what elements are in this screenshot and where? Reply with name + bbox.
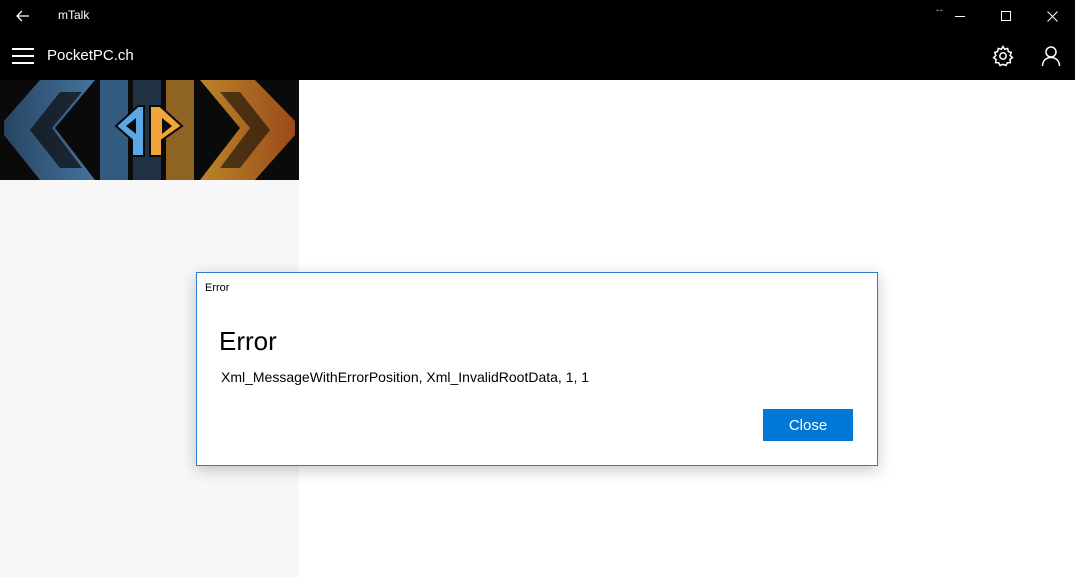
minimize-icon bbox=[954, 15, 965, 17]
close-button[interactable]: Close bbox=[763, 409, 853, 441]
pocketpc-banner bbox=[0, 80, 299, 180]
pocketpc-logo bbox=[4, 80, 295, 180]
app-title: mTalk bbox=[58, 8, 90, 22]
hamburger-menu-icon[interactable] bbox=[12, 46, 34, 66]
maximize-button[interactable] bbox=[983, 0, 1029, 32]
site-title: PocketPC.ch bbox=[47, 47, 134, 64]
dialog-caption: Error bbox=[205, 282, 230, 294]
error-dialog: Error Error Xml_MessageWithErrorPosition… bbox=[196, 272, 878, 466]
gear-icon[interactable] bbox=[991, 44, 1015, 68]
dialog-heading: Error bbox=[219, 326, 277, 356]
close-icon bbox=[1046, 10, 1058, 22]
back-arrow-icon bbox=[16, 10, 29, 22]
user-icon[interactable] bbox=[1039, 44, 1063, 68]
back-button[interactable] bbox=[10, 4, 36, 28]
maximize-icon bbox=[1000, 10, 1011, 21]
dialog-message: Xml_MessageWithErrorPosition, Xml_Invali… bbox=[221, 369, 590, 385]
close-window-button[interactable] bbox=[1029, 0, 1075, 32]
app-header: PocketPC.ch bbox=[0, 32, 1075, 80]
minimize-button[interactable] bbox=[937, 0, 983, 32]
window-title-bar: mTalk ↔ bbox=[0, 0, 1075, 32]
